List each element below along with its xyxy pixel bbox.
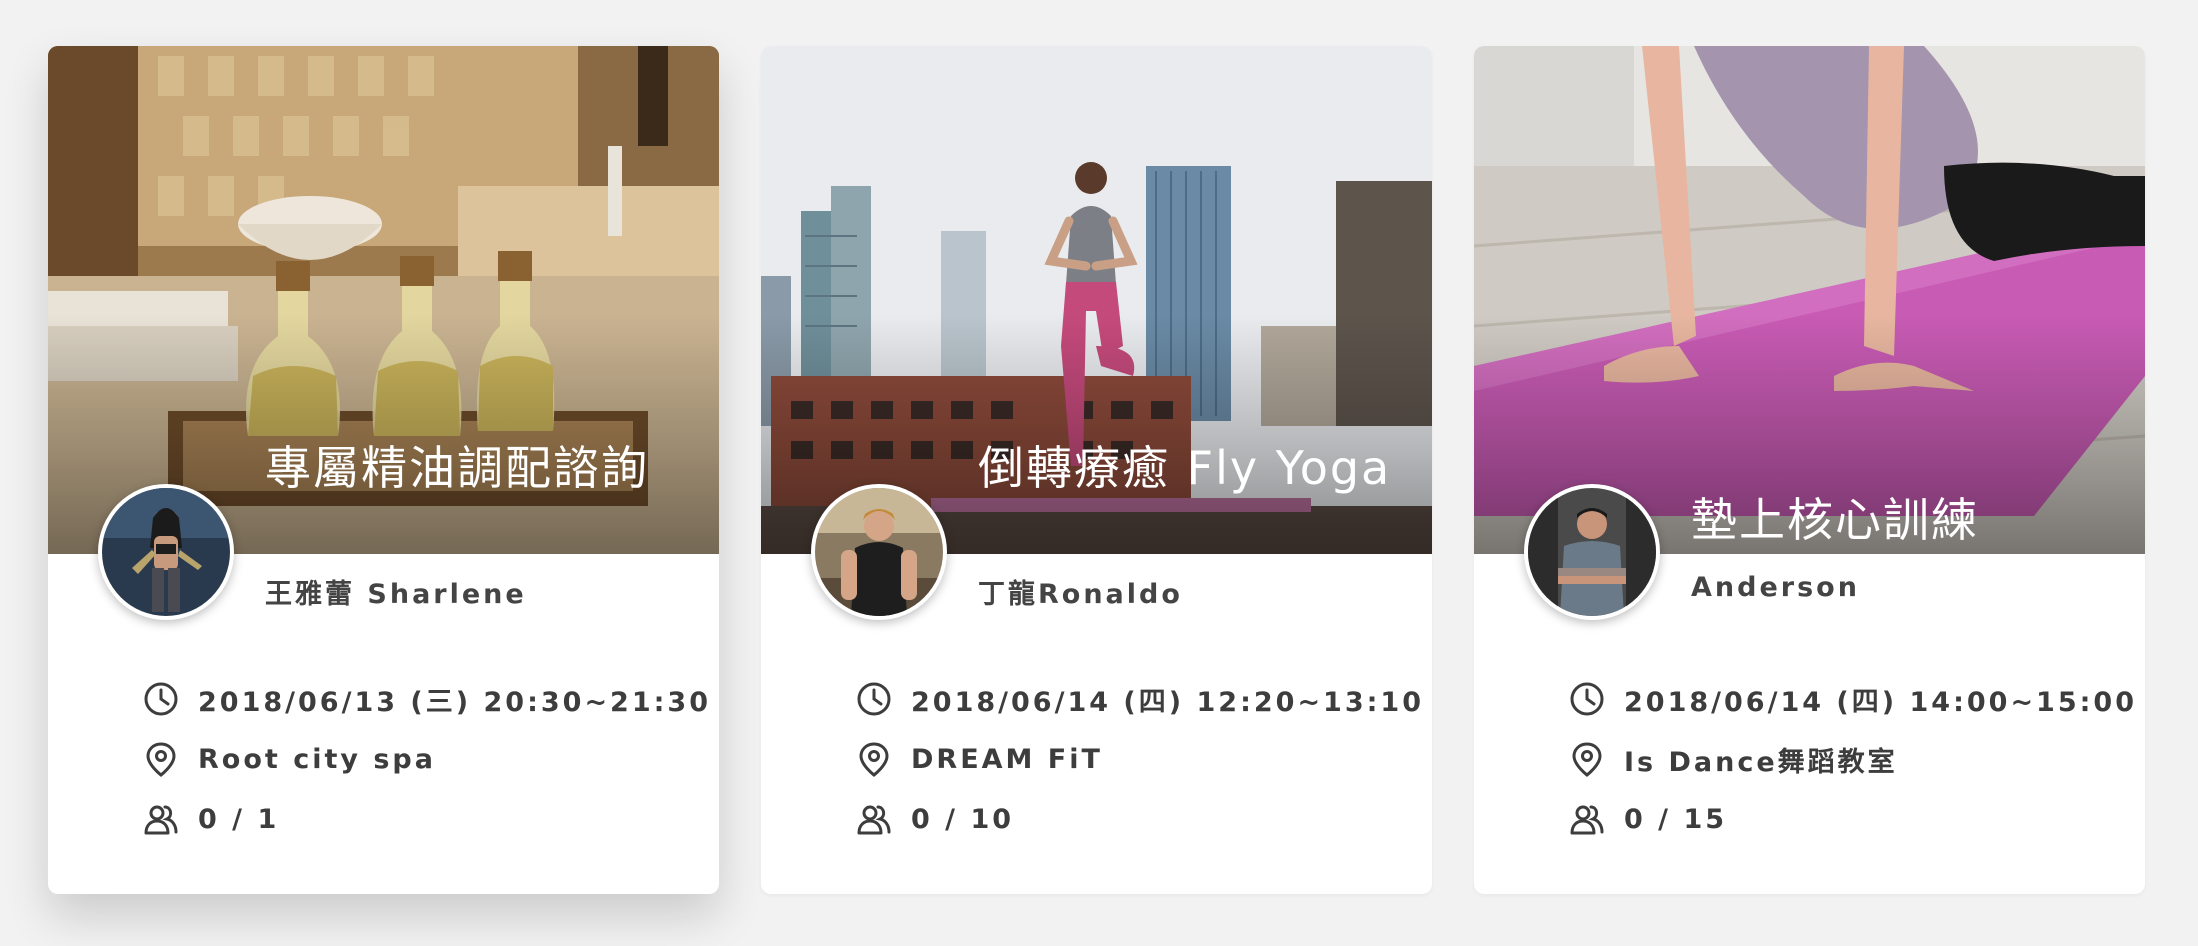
location-row: Is Dance舞蹈教室 xyxy=(1568,739,1898,779)
class-capacity: 0 / 10 xyxy=(911,803,1015,835)
capacity-row: 0 / 10 xyxy=(855,799,1014,839)
class-photo[interactable]: 墊上核心訓練 xyxy=(1474,46,2145,554)
map-pin-icon xyxy=(146,742,176,777)
class-card[interactable]: 墊上核心訓練 Anderson 2018/06/14 (四) 14:00~15:… xyxy=(1474,46,2145,894)
class-location: Is Dance舞蹈教室 xyxy=(1624,746,1898,778)
clock-icon xyxy=(144,682,178,716)
users-icon xyxy=(144,805,178,835)
coach-avatar[interactable] xyxy=(98,484,234,620)
class-datetime: 2018/06/14 (四) 14:00~15:00 xyxy=(1624,686,2138,718)
class-location: DREAM FiT xyxy=(911,743,1103,775)
coach-name: 丁龍Ronaldo xyxy=(978,579,1183,610)
class-card[interactable]: 專屬精油調配諮詢 王雅蕾 Sharlene 2018/06/13 (三) 20:… xyxy=(48,46,719,894)
location-row: Root city spa xyxy=(142,739,436,779)
map-pin-icon xyxy=(859,742,889,777)
capacity-row: 0 / 1 xyxy=(142,799,279,839)
class-capacity: 0 / 15 xyxy=(1624,803,1728,835)
datetime-row: 2018/06/14 (四) 14:00~15:00 xyxy=(1568,679,2137,719)
datetime-row: 2018/06/14 (四) 12:20~13:10 xyxy=(855,679,1424,719)
location-row: DREAM FiT xyxy=(855,739,1103,779)
map-pin-icon xyxy=(1572,742,1602,777)
clock-icon xyxy=(857,682,891,716)
class-capacity: 0 / 1 xyxy=(198,803,280,835)
coach-name: Anderson xyxy=(1691,572,1860,603)
coach-avatar[interactable] xyxy=(811,484,947,620)
datetime-row: 2018/06/13 (三) 20:30~21:30 xyxy=(142,679,711,719)
users-icon xyxy=(1570,805,1604,835)
coach-name: 王雅蕾 Sharlene xyxy=(265,579,527,610)
class-datetime: 2018/06/14 (四) 12:20~13:10 xyxy=(911,686,1425,718)
users-icon xyxy=(857,805,891,835)
class-title: 專屬精油調配諮詢 xyxy=(265,441,649,495)
class-title: 倒轉療癒 Fly Yoga xyxy=(978,441,1392,495)
class-location: Root city spa xyxy=(198,743,436,775)
coach-avatar-image xyxy=(815,488,943,616)
class-title: 墊上核心訓練 xyxy=(1691,493,1979,547)
clock-icon xyxy=(1570,682,1604,716)
coach-avatar[interactable] xyxy=(1524,484,1660,620)
class-datetime: 2018/06/13 (三) 20:30~21:30 xyxy=(198,686,712,718)
coach-avatar-image xyxy=(102,488,230,616)
class-photo[interactable]: 專屬精油調配諮詢 xyxy=(48,46,719,554)
class-photo[interactable]: 倒轉療癒 Fly Yoga xyxy=(761,46,1432,554)
coach-avatar-image xyxy=(1528,488,1656,616)
class-card[interactable]: 倒轉療癒 Fly Yoga 丁龍Ronaldo 2018/06/14 (四) 1… xyxy=(761,46,1432,894)
capacity-row: 0 / 15 xyxy=(1568,799,1727,839)
